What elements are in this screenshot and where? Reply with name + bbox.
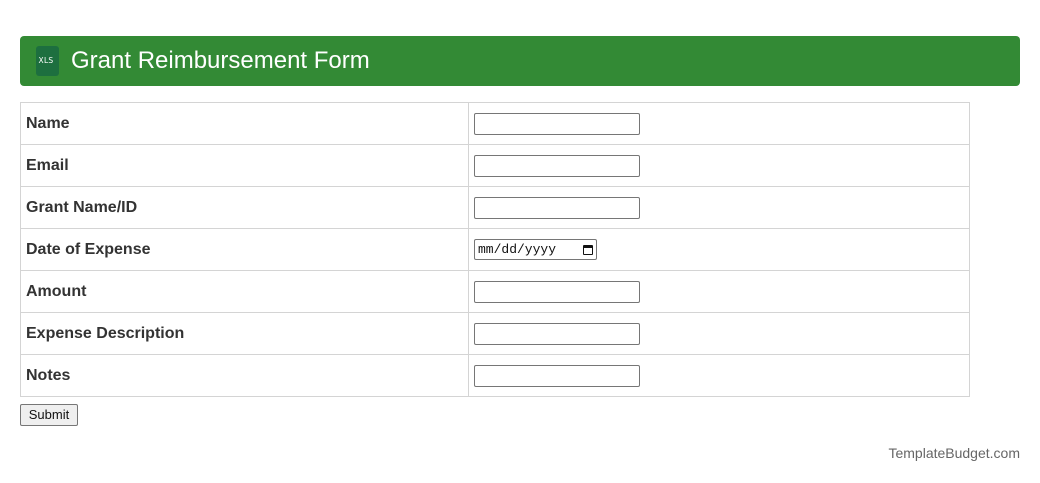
expense-description-input[interactable] (474, 322, 640, 345)
date-placeholder: mm/dd/yyyy (478, 242, 557, 257)
name-label: Name (20, 102, 469, 145)
name-input[interactable] (474, 112, 640, 135)
email-input[interactable] (474, 154, 640, 177)
expense-description-label: Expense Description (20, 312, 469, 355)
amount-label: Amount (20, 270, 469, 313)
form-row-notes: Notes (20, 354, 970, 397)
xls-file-icon: XLS (33, 46, 59, 76)
page-title: Grant Reimbursement Form (71, 47, 370, 74)
amount-input[interactable] (474, 280, 640, 303)
notes-input[interactable] (474, 364, 640, 387)
date-of-expense-label: Date of Expense (20, 228, 469, 271)
email-label: Email (20, 144, 469, 187)
form-row-description: Expense Description (20, 312, 970, 355)
grant-name-label: Grant Name/ID (20, 186, 469, 229)
form-row-name: Name (20, 102, 970, 145)
submit-button[interactable]: Submit (20, 404, 78, 426)
date-of-expense-input[interactable]: mm/dd/yyyy (474, 239, 597, 260)
calendar-icon[interactable] (583, 244, 593, 255)
form-row-date: Date of Expense mm/dd/yyyy (20, 228, 970, 271)
reimbursement-form-table: Name Email Grant Name/ID Date of Expense… (20, 102, 970, 397)
form-row-amount: Amount (20, 270, 970, 313)
form-row-email: Email (20, 144, 970, 187)
form-header: XLS Grant Reimbursement Form (20, 36, 1020, 86)
notes-label: Notes (20, 354, 469, 397)
footer-brand: TemplateBudget.com (888, 445, 1020, 461)
form-row-grant: Grant Name/ID (20, 186, 970, 229)
grant-name-input[interactable] (474, 196, 640, 219)
